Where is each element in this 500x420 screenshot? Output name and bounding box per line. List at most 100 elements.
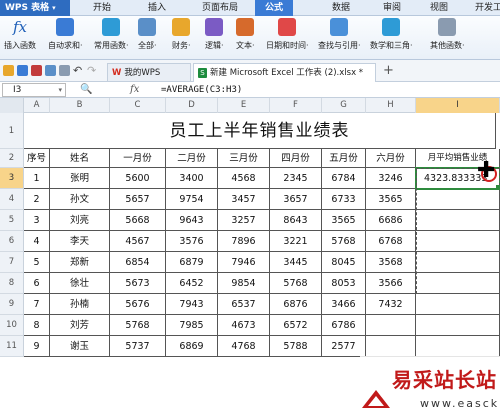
row-header-11[interactable]: 11 <box>0 336 24 357</box>
ribbon-button[interactable]: 日期和时间· <box>266 18 309 58</box>
ribbon-button[interactable]: 常用函数· <box>94 18 129 58</box>
app-menu-button[interactable]: WPS 表格 ▾ <box>0 0 70 16</box>
row-header-9[interactable]: 9 <box>0 294 24 315</box>
data-cell[interactable]: 5768 <box>322 231 366 252</box>
row-header-8[interactable]: 8 <box>0 273 24 294</box>
data-cell[interactable]: 3221 <box>270 231 322 252</box>
column-header-b[interactable]: B <box>50 98 110 113</box>
data-cell[interactable]: 3466 <box>322 294 366 315</box>
save-icon[interactable] <box>17 65 28 76</box>
data-cell[interactable]: 3565 <box>322 210 366 231</box>
column-header-h[interactable]: H <box>366 98 416 113</box>
ribbon-button[interactable]: fx 插入函数 <box>4 18 36 58</box>
row-header-5[interactable]: 5 <box>0 210 24 231</box>
data-cell[interactable]: 5737 <box>110 336 166 357</box>
data-cell[interactable] <box>366 336 416 357</box>
data-cell[interactable]: 6869 <box>166 336 218 357</box>
data-cell[interactable]: 2577 <box>322 336 366 357</box>
sheet-title[interactable]: 员工上半年销售业绩表 <box>24 113 496 149</box>
data-cell[interactable]: 8643 <box>270 210 322 231</box>
data-cell[interactable]: 4768 <box>218 336 270 357</box>
header-cell[interactable]: 序号 <box>24 149 50 168</box>
tab-workbook[interactable]: S新建 Microsoft Excel 工作表 (2).xlsx * × <box>193 63 376 82</box>
formula-input[interactable]: =AVERAGE(C3:H3) <box>161 83 242 97</box>
data-cell[interactable]: 谢玉 <box>50 336 110 357</box>
data-cell[interactable]: 2345 <box>270 168 322 189</box>
menu-item[interactable]: 公式 <box>255 0 293 16</box>
data-cell[interactable] <box>416 252 500 273</box>
data-cell[interactable]: 刘亮 <box>50 210 110 231</box>
ribbon-button[interactable]: 财务· <box>172 18 191 58</box>
header-cell[interactable]: 一月份 <box>110 149 166 168</box>
fill-handle[interactable] <box>496 185 500 190</box>
data-cell[interactable]: 8 <box>24 315 50 336</box>
data-cell[interactable]: 3566 <box>366 273 416 294</box>
data-cell[interactable] <box>416 336 500 357</box>
data-cell[interactable]: 4673 <box>218 315 270 336</box>
menu-item[interactable]: 插入 <box>135 0 179 16</box>
menu-item[interactable]: 开始 <box>80 0 124 16</box>
data-cell[interactable]: 孙楠 <box>50 294 110 315</box>
data-cell[interactable]: 6 <box>24 273 50 294</box>
data-cell[interactable]: 4568 <box>218 168 270 189</box>
data-cell[interactable]: 3457 <box>218 189 270 210</box>
data-cell[interactable]: 3568 <box>366 252 416 273</box>
data-cell[interactable]: 7946 <box>218 252 270 273</box>
data-cell[interactable]: 9754 <box>166 189 218 210</box>
data-cell[interactable] <box>416 315 500 336</box>
redo-icon[interactable]: ↷ <box>87 65 98 76</box>
new-tab-button[interactable]: + <box>383 63 394 79</box>
data-cell[interactable]: 6784 <box>322 168 366 189</box>
column-header-i[interactable]: I <box>416 98 500 113</box>
column-header-d[interactable]: D <box>166 98 218 113</box>
data-cell[interactable]: 5 <box>24 252 50 273</box>
data-cell[interactable]: 张明 <box>50 168 110 189</box>
row-header-6[interactable]: 6 <box>0 231 24 252</box>
data-cell[interactable]: 2 <box>24 189 50 210</box>
data-cell[interactable]: 4 <box>24 231 50 252</box>
data-cell[interactable]: 3257 <box>218 210 270 231</box>
chevron-down-icon[interactable]: ▾ <box>58 84 62 96</box>
row-header-3[interactable]: 3 <box>0 168 24 189</box>
zoom-icon[interactable]: 🔍 <box>80 83 92 97</box>
data-cell[interactable] <box>416 231 500 252</box>
data-cell[interactable]: 6572 <box>270 315 322 336</box>
data-cell[interactable]: 7 <box>24 294 50 315</box>
data-cell[interactable]: 6686 <box>366 210 416 231</box>
data-cell[interactable]: 6876 <box>270 294 322 315</box>
data-cell[interactable]: 6879 <box>166 252 218 273</box>
data-cell[interactable]: 9643 <box>166 210 218 231</box>
data-cell[interactable]: 4567 <box>110 231 166 252</box>
data-cell[interactable]: 3400 <box>166 168 218 189</box>
pdf-icon[interactable] <box>31 65 42 76</box>
print-icon[interactable] <box>45 65 56 76</box>
preview-icon[interactable] <box>59 65 70 76</box>
ribbon-button[interactable]: 自动求和· <box>48 18 83 58</box>
data-cell[interactable]: 7985 <box>166 315 218 336</box>
tab-my-wps[interactable]: W 我的WPS <box>107 63 191 81</box>
header-cell[interactable]: 二月份 <box>166 149 218 168</box>
row-header-2[interactable]: 2 <box>0 149 24 168</box>
data-cell[interactable]: 3246 <box>366 168 416 189</box>
data-cell[interactable]: 3445 <box>270 252 322 273</box>
data-cell[interactable]: 5768 <box>270 273 322 294</box>
data-cell[interactable]: 5673 <box>110 273 166 294</box>
data-cell[interactable]: 5657 <box>110 189 166 210</box>
menu-item[interactable]: 审阅 <box>373 0 411 16</box>
data-cell[interactable]: 6537 <box>218 294 270 315</box>
row-header-4[interactable]: 4 <box>0 189 24 210</box>
data-cell[interactable] <box>366 315 416 336</box>
header-cell[interactable]: 三月份 <box>218 149 270 168</box>
data-cell[interactable]: 1 <box>24 168 50 189</box>
ribbon-button[interactable]: 数学和三角· <box>370 18 413 58</box>
data-cell[interactable]: 6786 <box>322 315 366 336</box>
row-header-10[interactable]: 10 <box>0 315 24 336</box>
row-header-1[interactable]: 1 <box>0 113 24 149</box>
data-cell[interactable]: 3565 <box>366 189 416 210</box>
data-cell[interactable]: 6854 <box>110 252 166 273</box>
ribbon-button[interactable]: 文本· <box>236 18 255 58</box>
menu-item[interactable]: 数据 <box>320 0 362 16</box>
data-cell[interactable]: 8045 <box>322 252 366 273</box>
data-cell[interactable]: 9854 <box>218 273 270 294</box>
data-cell[interactable]: 6768 <box>366 231 416 252</box>
